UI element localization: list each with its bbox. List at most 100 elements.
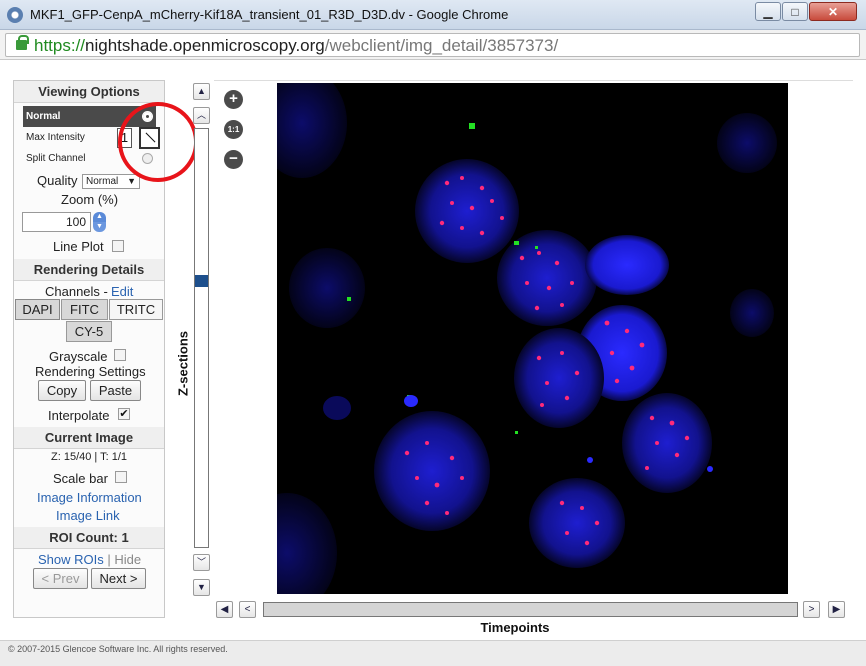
- cell-dim: [323, 396, 351, 420]
- line-plot-checkbox[interactable]: [112, 240, 124, 252]
- z-up-icon[interactable]: ︿: [193, 107, 210, 124]
- dot: [559, 500, 565, 506]
- zoom-stepper[interactable]: ▲ ▼: [93, 212, 106, 232]
- dot: [445, 511, 449, 515]
- chevron-down-icon: ▼: [127, 176, 136, 186]
- scale-bar-checkbox[interactable]: [115, 471, 127, 483]
- t-prev-icon[interactable]: <: [239, 601, 256, 618]
- dot: [674, 452, 680, 458]
- window-title: MKF1_GFP-CenpA_mCherry-Kif18A_transient_…: [30, 7, 509, 22]
- zoom-in-icon[interactable]: +: [224, 90, 243, 109]
- dot: [536, 355, 542, 361]
- dot: [574, 370, 580, 376]
- url-field[interactable]: https://nightshade.openmicroscopy.org/we…: [5, 33, 860, 57]
- zoom-out-icon[interactable]: −: [224, 150, 243, 169]
- dot: [580, 506, 584, 510]
- cell-dim: [730, 289, 774, 337]
- channel-dapi-button[interactable]: DAPI: [15, 299, 60, 320]
- nucleus: [514, 328, 604, 428]
- speck: [514, 241, 519, 245]
- zoom-up-icon[interactable]: ▲: [93, 212, 106, 222]
- window-titlebar: MKF1_GFP-CenpA_mCherry-Kif18A_transient_…: [0, 0, 866, 30]
- prev-roi-button[interactable]: < Prev: [33, 568, 88, 589]
- dot: [649, 415, 655, 421]
- dot: [584, 540, 590, 546]
- hide-rois-link[interactable]: Hide: [114, 552, 141, 567]
- microscopy-image[interactable]: [277, 83, 788, 594]
- line-plot-label: Line Plot: [53, 239, 104, 254]
- timepoints-label: Timepoints: [480, 620, 550, 635]
- timepoint-slider[interactable]: [263, 602, 798, 617]
- dot: [469, 205, 475, 211]
- address-bar: https://nightshade.openmicroscopy.org/we…: [0, 30, 866, 60]
- t-next-icon[interactable]: >: [803, 601, 820, 618]
- zoom-down-icon[interactable]: ▼: [93, 222, 106, 232]
- dot: [669, 420, 675, 426]
- speck: [535, 246, 538, 249]
- dot: [519, 255, 525, 261]
- edit-channels-link[interactable]: Edit: [111, 284, 133, 299]
- close-button[interactable]: ✕: [809, 2, 857, 21]
- quality-select[interactable]: Normal ▼: [82, 174, 140, 189]
- dot: [570, 281, 574, 285]
- small-blue-blob: [404, 395, 418, 407]
- interpolate-checkbox[interactable]: ✔: [118, 408, 130, 420]
- z-slider[interactable]: [194, 128, 209, 548]
- nucleus: [622, 393, 712, 493]
- zoom-actual-size-icon[interactable]: 1:1: [224, 120, 243, 139]
- dot: [460, 226, 464, 230]
- mode-label: Normal: [26, 111, 61, 122]
- url-text: https://nightshade.openmicroscopy.org/we…: [34, 36, 558, 56]
- zoom-label: Zoom (%): [61, 192, 119, 207]
- t-last-icon[interactable]: ▶: [828, 601, 845, 618]
- zoom-input[interactable]: 100: [22, 212, 91, 232]
- url-domain: nightshade.openmicroscopy.org: [85, 36, 325, 55]
- next-roi-button[interactable]: Next >: [91, 568, 146, 589]
- dot: [434, 482, 440, 488]
- small-blue-blob: [707, 466, 713, 472]
- channel-cy5-button[interactable]: CY-5: [66, 321, 112, 342]
- t-first-icon[interactable]: ◀: [216, 601, 233, 618]
- footer: © 2007-2015 Glencoe Software Inc. All ri…: [0, 640, 866, 666]
- viewing-options-title: Viewing Options: [14, 81, 164, 103]
- z-last-icon[interactable]: ▼: [193, 579, 210, 596]
- dot: [479, 185, 485, 191]
- small-blue-blob: [587, 457, 593, 463]
- show-rois-link[interactable]: Show ROIs: [38, 552, 104, 567]
- paste-button[interactable]: Paste: [90, 380, 141, 401]
- copyright-text: © 2007-2015 Glencoe Software Inc. All ri…: [8, 644, 228, 654]
- roi-count-title: ROI Count: 1: [14, 527, 164, 549]
- dot: [525, 281, 529, 285]
- dot: [479, 230, 485, 236]
- dot: [450, 201, 454, 205]
- quality-value: Normal: [86, 176, 119, 187]
- lock-icon: [16, 35, 29, 50]
- z-t-position: Z: 15/40 | T: 1/1: [51, 451, 128, 463]
- z-first-icon[interactable]: ▲: [193, 83, 210, 100]
- channel-fitc-button[interactable]: FITC: [61, 299, 108, 320]
- minimize-button[interactable]: ▁: [755, 2, 781, 21]
- dot: [534, 305, 540, 311]
- dot: [500, 216, 504, 220]
- mode-label: Max Intensity: [26, 132, 85, 143]
- channel-tritc-button[interactable]: TRITC: [109, 299, 163, 320]
- dot: [424, 500, 430, 506]
- dot: [655, 441, 659, 445]
- image-information-link[interactable]: Image Information: [37, 490, 142, 505]
- z-down-icon[interactable]: ﹀: [193, 554, 210, 571]
- cell-dim: [289, 248, 365, 328]
- app-icon: [7, 7, 23, 23]
- dot: [449, 455, 455, 461]
- maximize-button[interactable]: □: [782, 2, 808, 21]
- dot: [425, 441, 429, 445]
- grayscale-checkbox[interactable]: [114, 349, 126, 361]
- z-slider-thumb[interactable]: [195, 275, 208, 287]
- dot: [629, 365, 635, 371]
- roi-separator: |: [107, 552, 111, 567]
- dot: [554, 260, 560, 266]
- dot: [439, 220, 445, 226]
- current-image-title: Current Image: [14, 427, 164, 449]
- image-link[interactable]: Image Link: [56, 508, 120, 523]
- copy-button[interactable]: Copy: [38, 380, 86, 401]
- dot: [565, 531, 569, 535]
